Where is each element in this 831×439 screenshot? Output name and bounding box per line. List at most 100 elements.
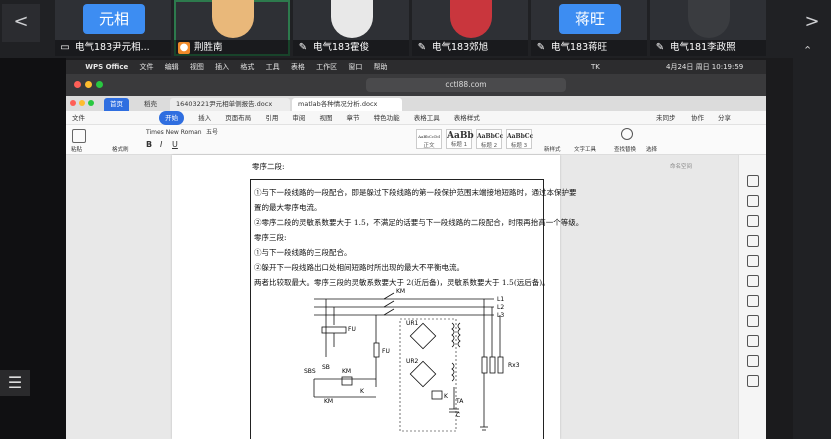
menubar-item[interactable]: 编辑 bbox=[165, 60, 179, 74]
tab-document-active[interactable]: matlab各种情况分析.docx bbox=[292, 98, 402, 111]
transformer-coil bbox=[451, 322, 455, 348]
menu-table-style[interactable]: 表格样式 bbox=[454, 111, 480, 125]
shape-icon[interactable] bbox=[747, 195, 759, 207]
font-size-select[interactable]: 五号 bbox=[206, 128, 226, 138]
menu-table-tools[interactable]: 表格工具 bbox=[414, 111, 440, 125]
font-name-select[interactable]: Times New Roman bbox=[146, 128, 206, 138]
tab-docer[interactable]: 稻壳 bbox=[138, 98, 163, 111]
style-normal[interactable]: AaBbCcDd 正文 bbox=[416, 129, 442, 149]
participant-tile[interactable]: ✎ 电气183霍俊 bbox=[293, 0, 409, 56]
minimize-window-button[interactable] bbox=[85, 81, 92, 88]
menubar-item[interactable]: 插入 bbox=[215, 60, 229, 74]
participant-name: 电气181李政照 bbox=[670, 42, 736, 53]
menubar-item[interactable]: 格式 bbox=[240, 60, 254, 74]
url-bar[interactable]: cctl88.com bbox=[366, 78, 566, 92]
cursor-icon[interactable] bbox=[747, 275, 759, 287]
image-icon[interactable] bbox=[747, 355, 759, 367]
new-style-label[interactable]: 新样式 bbox=[544, 145, 561, 153]
menu-view[interactable]: 视图 bbox=[319, 111, 332, 125]
text-tools-label[interactable]: 文字工具 bbox=[574, 145, 596, 153]
chart-icon[interactable] bbox=[747, 235, 759, 247]
menubar-item[interactable]: 表格 bbox=[291, 60, 305, 74]
participant-tile[interactable]: ✎ 电气183郊旭 bbox=[412, 0, 528, 56]
menu-features[interactable]: 特色功能 bbox=[374, 111, 400, 125]
formatting-toolbar: 粘贴 格式刷 Times New Roman 五号 B I U AaBbCcDd… bbox=[66, 125, 766, 155]
doc-line: ②零序二段的灵敏系数要大于 1.5，不满足的话要与下一段线路的二段配合，时限再抬… bbox=[254, 218, 584, 227]
search-icon[interactable] bbox=[621, 128, 633, 140]
sync-status[interactable]: 未同步 bbox=[656, 111, 676, 125]
menu-page-layout[interactable]: 页面布局 bbox=[225, 111, 251, 125]
minimize-window-button[interactable] bbox=[79, 100, 85, 106]
style-label: 正文 bbox=[423, 143, 435, 149]
paste-icon[interactable] bbox=[72, 129, 86, 143]
collab-button[interactable]: 协作 bbox=[691, 111, 704, 125]
zoom-window-button[interactable] bbox=[96, 81, 103, 88]
chevron-left-icon: < bbox=[13, 11, 29, 32]
bold-button[interactable]: B bbox=[146, 140, 152, 149]
rectifier-ur1 bbox=[409, 322, 437, 350]
layout-icon[interactable] bbox=[747, 215, 759, 227]
label-sb: SB bbox=[322, 364, 330, 371]
document-icon[interactable] bbox=[747, 375, 759, 387]
close-window-button[interactable] bbox=[70, 100, 76, 106]
close-window-button[interactable] bbox=[74, 81, 81, 88]
style-heading-3[interactable]: AaBbCc 标题 3 bbox=[506, 129, 533, 149]
underline-button[interactable]: U bbox=[172, 140, 178, 149]
menubar-item[interactable]: 工具 bbox=[266, 60, 280, 74]
tab-home[interactable]: 首页 bbox=[104, 98, 129, 111]
list-menu-icon[interactable]: ☰ bbox=[0, 370, 30, 396]
edit-icon[interactable] bbox=[747, 335, 759, 347]
share-button[interactable]: 分享 bbox=[718, 111, 731, 125]
style-heading-1[interactable]: AaBb 标题 1 bbox=[446, 129, 474, 149]
doc-line: ②躲开下一段线路出口处相间短路时所出现的最大不平衡电流。 bbox=[254, 263, 464, 272]
menu-chapter[interactable]: 章节 bbox=[347, 111, 360, 125]
dashed-boundary bbox=[399, 318, 457, 432]
participant-tile-active[interactable]: ● 荆胜南 bbox=[174, 0, 290, 56]
menu-review[interactable]: 审阅 bbox=[292, 111, 305, 125]
participant-tile[interactable]: 蒋旺 ✎ 电气183蒋旺 bbox=[531, 0, 647, 56]
menubar-item[interactable]: 视图 bbox=[190, 60, 204, 74]
format-painter-label: 格式刷 bbox=[112, 147, 129, 153]
style-label: 标题 2 bbox=[480, 143, 498, 149]
participant-name: 荆胜南 bbox=[194, 42, 223, 53]
mac-menubar: WPS Office 文件 编辑 视图 插入 格式 工具 表格 工作区 窗口 帮… bbox=[66, 60, 766, 74]
resistor bbox=[489, 356, 496, 374]
menubar-item[interactable]: 工作区 bbox=[316, 60, 337, 74]
menu-start[interactable]: 开始 bbox=[159, 111, 185, 125]
menubar-item[interactable]: 窗口 bbox=[348, 60, 362, 74]
avatar bbox=[331, 0, 373, 38]
clock-icon[interactable] bbox=[747, 315, 759, 327]
chevron-up-icon[interactable]: ⌃ bbox=[803, 44, 812, 57]
input-method[interactable]: TK bbox=[591, 60, 600, 74]
label-c: C bbox=[456, 412, 460, 419]
avatar bbox=[212, 0, 254, 38]
label-ta: TA bbox=[455, 398, 464, 405]
document-tabbar: 首页 稻壳 16403221尹元相单侧报告.docx matlab各种情况分析.… bbox=[66, 96, 766, 111]
menu-insert[interactable]: 插入 bbox=[198, 111, 211, 125]
tab-document[interactable]: 16403221尹元相单侧报告.docx bbox=[170, 98, 290, 111]
select-label[interactable]: 选择 bbox=[646, 145, 657, 153]
italic-button[interactable]: I bbox=[160, 140, 162, 149]
participant-tile[interactable]: ✎ 电气181李政照 bbox=[650, 0, 766, 56]
participant-name: 电气183郊旭 bbox=[432, 42, 489, 53]
style-sample: AaBbCcDd bbox=[418, 134, 440, 139]
label-k1: K bbox=[360, 388, 365, 395]
location-icon[interactable] bbox=[747, 255, 759, 267]
side-note[interactable]: 命名空间 bbox=[670, 161, 734, 173]
menu-reference[interactable]: 引用 bbox=[265, 111, 278, 125]
document-page[interactable]: 零序二段: ①与下一段线路的一段配合，即是躲过下段线路的第一段保护范围末端接地短… bbox=[172, 155, 583, 439]
zoom-window-button[interactable] bbox=[88, 100, 94, 106]
lock-icon[interactable] bbox=[747, 295, 759, 307]
menu-file[interactable]: 文件 bbox=[72, 111, 85, 125]
participant-tile[interactable]: 元相 ▭ 电气183尹元相... bbox=[55, 0, 171, 56]
next-page-button[interactable]: > bbox=[793, 4, 831, 42]
style-heading-2[interactable]: AaBbCc 标题 2 bbox=[476, 129, 503, 149]
participant-name: 电气183尹元相... bbox=[75, 42, 150, 53]
find-replace-label[interactable]: 查找替换 bbox=[614, 145, 636, 153]
prev-page-button[interactable]: < bbox=[2, 4, 40, 42]
pen-icon[interactable] bbox=[747, 175, 759, 187]
coil-km bbox=[341, 376, 353, 386]
menubar-item[interactable]: 帮助 bbox=[374, 60, 388, 74]
menubar-item[interactable]: WPS Office bbox=[85, 60, 128, 74]
menubar-item[interactable]: 文件 bbox=[139, 60, 153, 74]
